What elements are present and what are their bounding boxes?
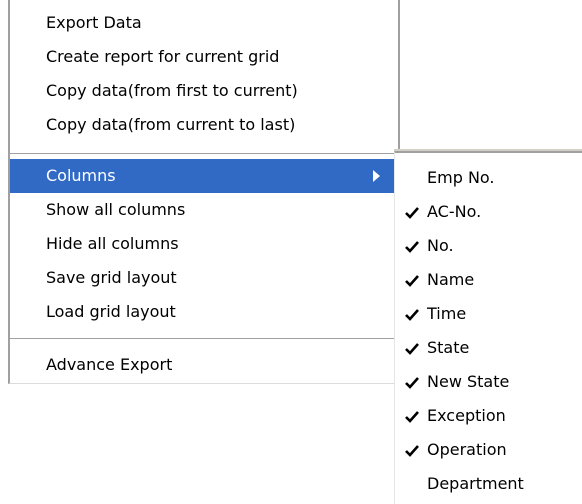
menu-item-label: Columns (46, 166, 116, 185)
checkmark-icon (405, 445, 419, 457)
submenu-item-label: Name (427, 270, 475, 289)
submenu-item-label: No. (427, 236, 454, 255)
screen: Export Data Create report for current gr… (0, 0, 582, 504)
menu-item-label: Load grid layout (46, 302, 176, 321)
submenu-item-new-state[interactable]: New State (395, 365, 582, 399)
checkmark-icon (405, 241, 419, 253)
menu-item-label: Copy data(from first to current) (46, 81, 298, 100)
menu-item-show-all-columns[interactable]: Show all columns (10, 193, 398, 227)
menu-item-export-data[interactable]: Export Data (10, 6, 398, 40)
menu-separator (10, 153, 398, 155)
menu-item-label: Show all columns (46, 200, 186, 219)
menu-item-label: Export Data (46, 13, 142, 32)
menu-item-columns[interactable]: Columns (10, 159, 398, 193)
menu-separator (10, 338, 398, 340)
submenu-item-name[interactable]: Name (395, 263, 582, 297)
submenu-item-label: Exception (427, 406, 506, 425)
submenu-item-time[interactable]: Time (395, 297, 582, 331)
submenu-item-department[interactable]: Department (395, 467, 582, 501)
menu-item-label: Hide all columns (46, 234, 179, 253)
submenu-arrow-icon (373, 170, 380, 182)
menu-item-label: Create report for current grid (46, 47, 280, 66)
columns-submenu: Emp No. AC-No. No. Name Time State New S… (394, 151, 582, 504)
menu-item-save-grid-layout[interactable]: Save grid layout (10, 261, 398, 295)
submenu-item-no[interactable]: No. (395, 229, 582, 263)
submenu-item-label: Time (427, 304, 467, 323)
checkmark-icon (405, 411, 419, 423)
submenu-item-label: Operation (427, 440, 507, 459)
checkmark-icon (405, 309, 419, 321)
submenu-item-label: AC-No. (427, 202, 482, 221)
submenu-item-exception[interactable]: Exception (395, 399, 582, 433)
submenu-item-ac-no[interactable]: AC-No. (395, 195, 582, 229)
submenu-item-label: State (427, 338, 470, 357)
menu-item-load-grid-layout[interactable]: Load grid layout (10, 295, 398, 329)
menu-item-copy-current-to-last[interactable]: Copy data(from current to last) (10, 108, 398, 142)
menu-item-copy-first-to-current[interactable]: Copy data(from first to current) (10, 74, 398, 108)
submenu-item-label: Department (427, 474, 524, 493)
checkmark-icon (405, 343, 419, 355)
menu-item-label: Save grid layout (46, 268, 177, 287)
menu-item-create-report[interactable]: Create report for current grid (10, 40, 398, 74)
checkmark-icon (405, 275, 419, 287)
checkmark-icon (405, 377, 419, 389)
menu-item-hide-all-columns[interactable]: Hide all columns (10, 227, 398, 261)
menu-item-advance-export[interactable]: Advance Export (10, 348, 398, 382)
submenu-item-label: New State (427, 372, 510, 391)
checkmark-icon (405, 207, 419, 219)
submenu-item-state[interactable]: State (395, 331, 582, 365)
submenu-item-operation[interactable]: Operation (395, 433, 582, 467)
context-menu: Export Data Create report for current gr… (8, 0, 400, 384)
menu-item-label: Copy data(from current to last) (46, 115, 296, 134)
submenu-item-label: Emp No. (427, 168, 495, 187)
submenu-item-emp-no[interactable]: Emp No. (395, 161, 582, 195)
menu-item-label: Advance Export (46, 355, 173, 374)
